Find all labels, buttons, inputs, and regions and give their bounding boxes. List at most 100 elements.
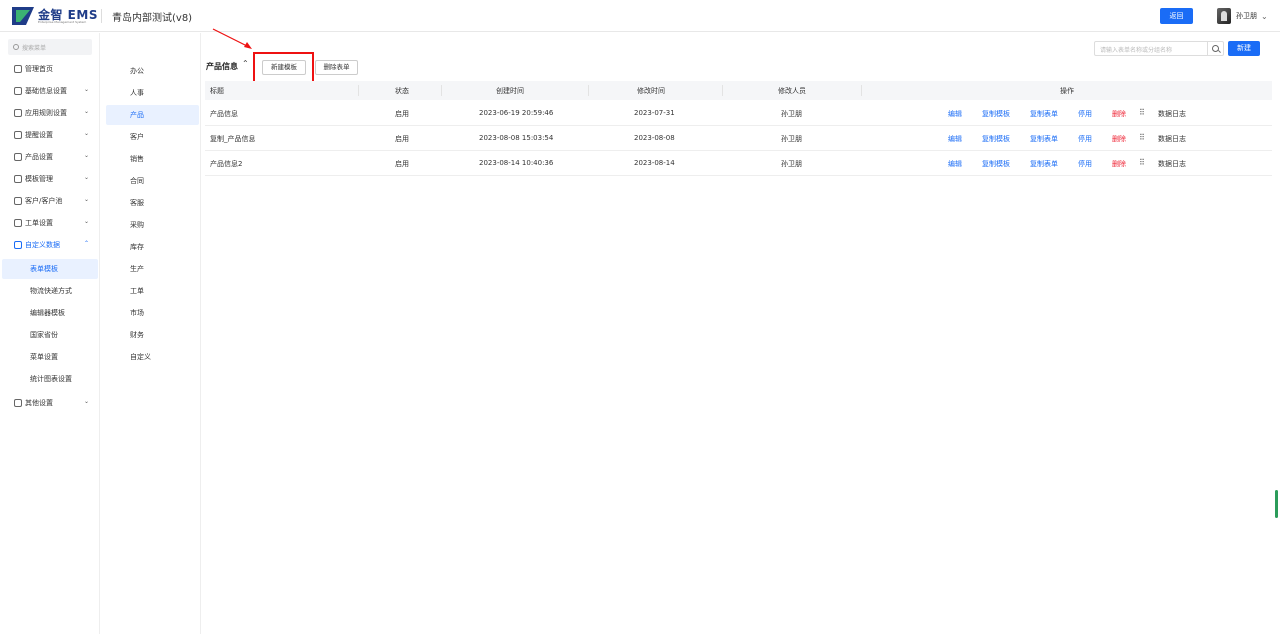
category-market[interactable]: 市场 — [106, 303, 199, 323]
data-log-link[interactable]: 数据日志 — [1158, 134, 1186, 144]
drag-handle-icon[interactable]: ⠿ — [1139, 108, 1145, 117]
column-header-modified: 修改时间 — [637, 87, 665, 95]
edit-link[interactable]: 编辑 — [948, 109, 962, 119]
sidebar-subitem-logistics[interactable]: 物流快递方式 — [2, 281, 98, 301]
category-ticket[interactable]: 工单 — [106, 281, 199, 301]
sidebar-item-label: 其他设置 — [25, 399, 53, 407]
sidebar-subitem-chart-settings[interactable]: 统计图表设置 — [2, 369, 98, 389]
section-title: 产品信息 — [206, 62, 238, 71]
row-status: 启用 — [395, 135, 409, 143]
category-customer[interactable]: 客户 — [106, 127, 199, 147]
category-office[interactable]: 办公 — [106, 61, 199, 81]
column-divider — [441, 85, 442, 96]
data-log-link[interactable]: 数据日志 — [1158, 159, 1186, 169]
disable-link[interactable]: 停用 — [1078, 159, 1092, 169]
sidebar-item-tickets[interactable]: 工单设置 ⌄ — [0, 212, 100, 234]
category-sales[interactable]: 销售 — [106, 149, 199, 169]
column-header-actions: 操作 — [1060, 87, 1074, 95]
logo-icon — [12, 7, 34, 25]
category-contract[interactable]: 合同 — [106, 171, 199, 191]
column-divider — [722, 85, 723, 96]
chevron-down-icon: ⌄ — [83, 108, 89, 115]
data-log-link[interactable]: 数据日志 — [1158, 109, 1186, 119]
category-finance[interactable]: 财务 — [106, 325, 199, 345]
category-inventory[interactable]: 库存 — [106, 237, 199, 257]
search-icon[interactable] — [1207, 42, 1223, 55]
sidebar-item-app-rules[interactable]: 应用规则设置 ⌄ — [0, 102, 100, 124]
drag-handle-icon[interactable]: ⠿ — [1139, 133, 1145, 142]
logo-subtitle: Enterprise Management System — [38, 20, 87, 24]
table-row: 产品信息 启用 2023-06-19 20:59:46 2023-07-31 孙… — [205, 101, 1272, 126]
sidebar-item-other[interactable]: 其他设置 ⌄ — [0, 392, 100, 414]
table-header: 标题 状态 创建时间 修改时间 修改人员 操作 — [205, 81, 1272, 100]
avatar[interactable] — [1217, 8, 1231, 24]
edit-link[interactable]: 编辑 — [948, 134, 962, 144]
category-purchase[interactable]: 采购 — [106, 215, 199, 235]
drag-handle-icon[interactable]: ⠿ — [1139, 158, 1145, 167]
copy-template-link[interactable]: 复制模板 — [982, 109, 1010, 119]
user-name[interactable]: 孙卫朋 — [1236, 11, 1257, 21]
chevron-down-icon: ⌄ — [83, 398, 89, 405]
disable-link[interactable]: 停用 — [1078, 109, 1092, 119]
column-header-modifier: 修改人员 — [778, 87, 806, 95]
row-status: 启用 — [395, 110, 409, 118]
table-row: 产品信息2 启用 2023-08-14 10:40:36 2023-08-14 … — [205, 151, 1272, 176]
menu-search-input[interactable]: 搜索菜单 — [8, 39, 92, 55]
sidebar-item-label: 提醒设置 — [25, 131, 53, 139]
sidebar-item-product-settings[interactable]: 产品设置 ⌄ — [0, 146, 100, 168]
row-title: 复制_产品信息 — [210, 135, 256, 143]
sidebar-item-templates[interactable]: 模板管理 ⌄ — [0, 168, 100, 190]
copy-template-link[interactable]: 复制模板 — [982, 159, 1010, 169]
row-title: 产品信息2 — [210, 160, 243, 168]
category-production[interactable]: 生产 — [106, 259, 199, 279]
delete-link[interactable]: 删除 — [1112, 159, 1126, 169]
column-header-title: 标题 — [210, 87, 224, 95]
edit-link[interactable]: 编辑 — [948, 159, 962, 169]
chevron-up-icon[interactable]: ⌃ — [242, 59, 249, 68]
copy-form-link[interactable]: 复制表单 — [1030, 159, 1058, 169]
sidebar-subitem-menu-settings[interactable]: 菜单设置 — [2, 347, 98, 367]
sidebar: 搜索菜单 管理首页 基础信息设置 ⌄ 应用规则设置 ⌄ 提醒设置 ⌄ 产品设置 … — [0, 33, 100, 634]
sidebar-item-label: 产品设置 — [25, 153, 53, 161]
chevron-down-icon[interactable]: ⌄ — [1261, 12, 1268, 21]
category-service[interactable]: 客服 — [106, 193, 199, 213]
scrollbar[interactable] — [1275, 490, 1278, 518]
row-created: 2023-06-19 20:59:46 — [479, 109, 554, 117]
sidebar-item-home[interactable]: 管理首页 — [0, 58, 100, 80]
new-button[interactable]: 新建 — [1228, 41, 1260, 56]
category-product[interactable]: 产品 — [106, 105, 199, 125]
bell-icon — [14, 131, 22, 139]
sidebar-item-basic-info[interactable]: 基础信息设置 ⌄ — [0, 80, 100, 102]
category-hr[interactable]: 人事 — [106, 83, 199, 103]
sidebar-item-label: 管理首页 — [25, 65, 53, 73]
disable-link[interactable]: 停用 — [1078, 134, 1092, 144]
copy-form-link[interactable]: 复制表单 — [1030, 134, 1058, 144]
copy-template-link[interactable]: 复制模板 — [982, 134, 1010, 144]
copy-form-link[interactable]: 复制表单 — [1030, 109, 1058, 119]
row-created: 2023-08-08 15:03:54 — [479, 134, 554, 142]
sidebar-item-reminders[interactable]: 提醒设置 ⌄ — [0, 124, 100, 146]
sidebar-item-custom-data[interactable]: 自定义数据 ⌃ — [0, 234, 100, 256]
sidebar-item-label: 客户/客户池 — [25, 197, 63, 205]
sidebar-subitem-editor-templates[interactable]: 编辑器模板 — [2, 303, 98, 323]
row-title: 产品信息 — [210, 110, 238, 118]
sidebar-subitem-regions[interactable]: 国家省份 — [2, 325, 98, 345]
user-menu[interactable]: 孙卫朋 ⌄ — [1217, 7, 1268, 25]
ticket-icon — [14, 219, 22, 227]
column-divider — [588, 85, 589, 96]
table-row: 复制_产品信息 启用 2023-08-08 15:03:54 2023-08-0… — [205, 126, 1272, 151]
form-search-input[interactable]: 请输入表单名称或分组名称 — [1094, 41, 1224, 56]
category-custom[interactable]: 自定义 — [106, 347, 199, 367]
delete-link[interactable]: 删除 — [1112, 134, 1126, 144]
sidebar-item-label: 应用规则设置 — [25, 109, 67, 117]
delete-form-button[interactable]: 删除表单 — [315, 60, 358, 75]
delete-link[interactable]: 删除 — [1112, 109, 1126, 119]
row-created: 2023-08-14 10:40:36 — [479, 159, 554, 167]
row-modified: 2023-07-31 — [634, 109, 675, 117]
back-button[interactable]: 返回 — [1160, 8, 1193, 24]
sidebar-subitem-form-templates[interactable]: 表单模板 — [2, 259, 98, 279]
sidebar-item-label: 工单设置 — [25, 219, 53, 227]
column-header-created: 创建时间 — [496, 87, 524, 95]
sidebar-item-customers[interactable]: 客户/客户池 ⌄ — [0, 190, 100, 212]
row-modifier: 孙卫朋 — [781, 110, 802, 118]
